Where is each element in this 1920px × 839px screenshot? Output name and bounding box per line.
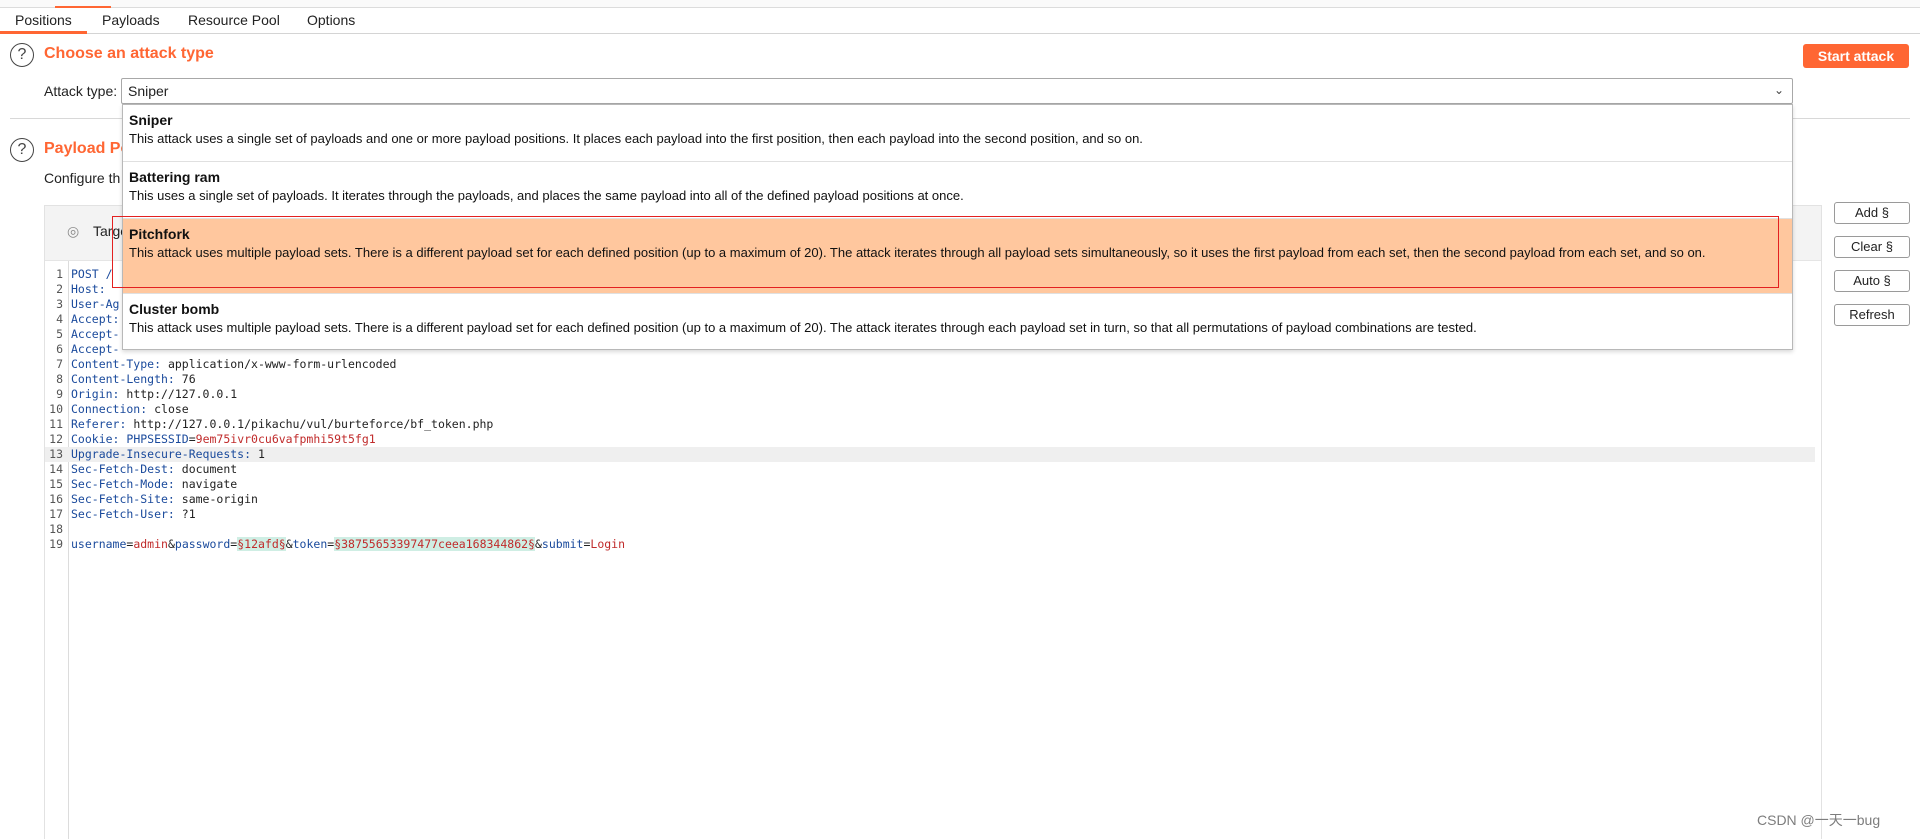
payload-position: §38755653397477ceea168344862§: [334, 537, 535, 551]
option-name: Pitchfork: [129, 226, 190, 242]
help-icon[interactable]: ?: [10, 138, 34, 162]
option-description: This attack uses multiple payload sets. …: [129, 245, 1706, 260]
option-sniper[interactable]: Sniper This attack uses a single set of …: [123, 105, 1792, 162]
option-description: This attack uses a single set of payload…: [129, 131, 1143, 146]
chevron-down-icon: ⌄: [1773, 83, 1784, 97]
start-attack-button[interactable]: Start attack: [1803, 44, 1909, 68]
option-battering-ram[interactable]: Battering ram This uses a single set of …: [123, 162, 1792, 219]
tab-resource-pool[interactable]: Resource Pool: [173, 8, 295, 34]
tab-payloads[interactable]: Payloads: [87, 8, 175, 34]
section-title-attack-type: Choose an attack type: [44, 45, 214, 62]
option-pitchfork[interactable]: Pitchfork This attack uses multiple payl…: [123, 219, 1792, 294]
code-line: 11 Referer: http://127.0.0.1/pikachu/vul/…: [49, 417, 494, 431]
attack-type-value: Sniper: [128, 83, 169, 99]
code-line: 9 Origin: http://127.0.0.1: [56, 387, 238, 401]
watermark: CSDN @一天一bug: [1757, 812, 1881, 828]
clear-marker-button[interactable]: Clear §: [1834, 236, 1910, 258]
code-line: 7 Content-Type: application/x-www-form-ur…: [56, 357, 397, 371]
code-line-current: 13 Upgrade-Insecure-Requests: 1: [45, 447, 1815, 462]
option-description: This attack uses multiple payload sets. …: [129, 320, 1477, 335]
code-line: 8 Content-Length: 76: [56, 372, 196, 386]
code-line: 14 Sec-Fetch-Dest: document: [49, 462, 238, 476]
tab-bar: Positions Payloads Resource Pool Options: [0, 8, 1920, 34]
tab-positions[interactable]: Positions: [0, 8, 87, 34]
positions-description: Configure th: [44, 170, 121, 186]
section-title-payload-positions: Payload Po: [44, 140, 131, 157]
window-top-strip: [0, 0, 1920, 8]
attack-type-dropdown: Sniper This attack uses a single set of …: [122, 104, 1793, 350]
code-line: 17 Sec-Fetch-User: ?1: [49, 507, 196, 521]
payload-position: §12afd§: [237, 537, 286, 551]
option-name: Battering ram: [129, 169, 221, 185]
code-line: 16 Sec-Fetch-Site: same-origin: [49, 492, 258, 506]
option-name: Sniper: [129, 112, 173, 128]
option-description: This uses a single set of payloads. It i…: [129, 188, 964, 203]
help-icon[interactable]: ?: [10, 43, 34, 67]
add-marker-button[interactable]: Add §: [1834, 202, 1910, 224]
option-cluster-bomb[interactable]: Cluster bomb This attack uses multiple p…: [123, 294, 1792, 351]
auto-marker-button[interactable]: Auto §: [1834, 270, 1910, 292]
code-line: 18: [49, 522, 63, 536]
code-line: 10 Connection: close: [49, 402, 189, 416]
target-icon: ◎: [67, 223, 80, 239]
attack-type-label: Attack type:: [44, 83, 118, 99]
code-line: 12 Cookie: PHPSESSID=9em75ivr0cu6vafpmhi5…: [49, 432, 376, 446]
refresh-button[interactable]: Refresh: [1834, 304, 1910, 326]
tab-options[interactable]: Options: [292, 8, 370, 34]
option-name: Cluster bomb: [129, 301, 220, 317]
code-line-body: 19 username=admin&password=§12afd§&token=…: [49, 537, 626, 551]
attack-type-select[interactable]: Sniper ⌄: [121, 78, 1793, 104]
code-line: 15 Sec-Fetch-Mode: navigate: [49, 477, 238, 491]
